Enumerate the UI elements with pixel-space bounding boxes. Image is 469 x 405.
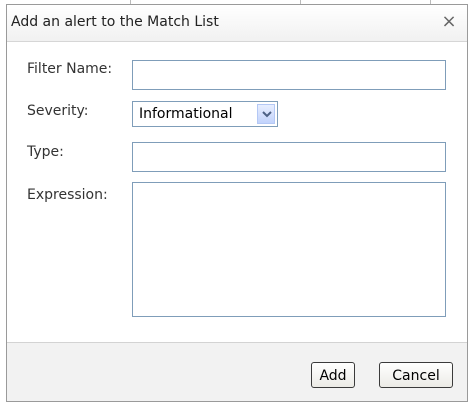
chevron-down-icon[interactable] xyxy=(257,104,275,124)
expression-textarea[interactable] xyxy=(132,182,446,317)
severity-value: Informational xyxy=(139,106,233,122)
type-input[interactable] xyxy=(132,142,446,172)
cancel-button[interactable]: Cancel xyxy=(379,362,453,388)
dialog-footer: Add Cancel xyxy=(7,342,467,401)
add-alert-dialog: Add an alert to the Match List × Filter … xyxy=(6,4,468,402)
severity-select[interactable]: Informational xyxy=(132,101,278,127)
severity-label: Severity: xyxy=(27,103,89,119)
add-button[interactable]: Add xyxy=(311,362,355,388)
close-icon[interactable]: × xyxy=(439,12,459,32)
type-label: Type: xyxy=(27,144,64,160)
filter-name-label: Filter Name: xyxy=(27,61,113,77)
dialog-title: Add an alert to the Match List xyxy=(11,14,219,30)
expression-label: Expression: xyxy=(27,187,108,203)
dialog-title-bar[interactable]: Add an alert to the Match List × xyxy=(7,5,467,42)
filter-name-input[interactable] xyxy=(132,60,446,90)
